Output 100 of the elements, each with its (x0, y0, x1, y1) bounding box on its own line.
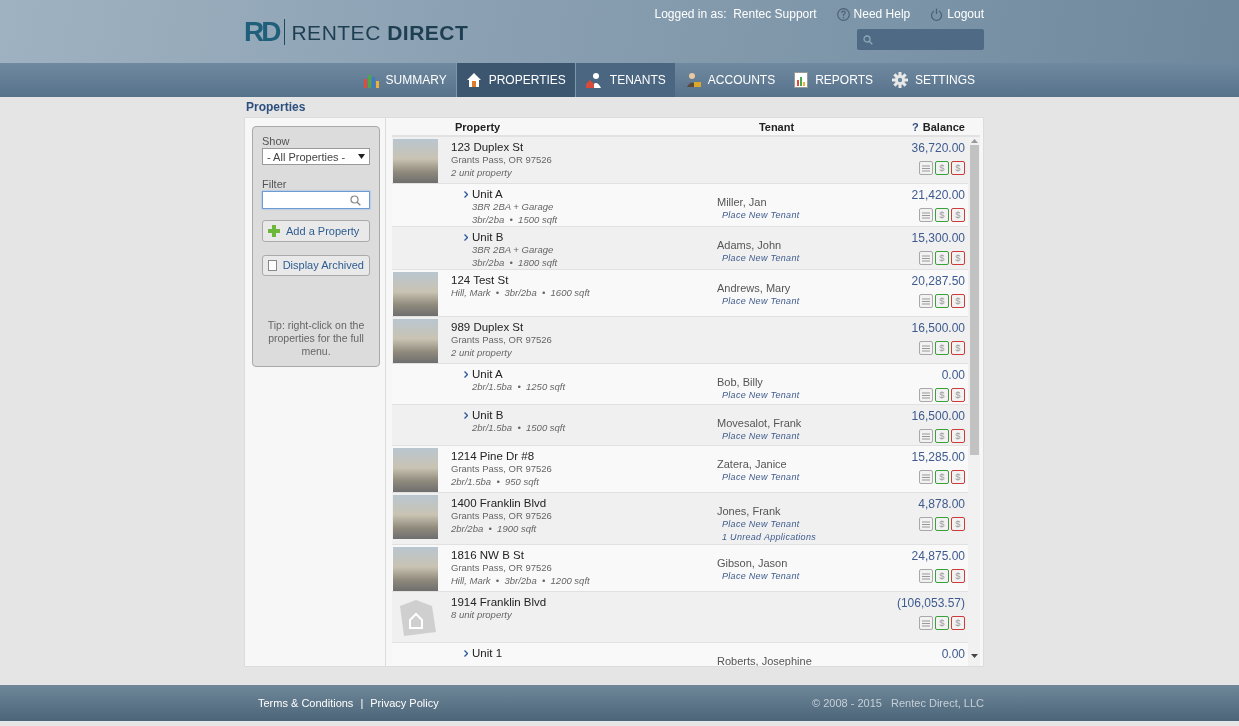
charge-button[interactable]: $ (935, 517, 949, 531)
payment-button[interactable]: $ (951, 294, 965, 308)
caret-icon[interactable] (464, 233, 468, 241)
checkbox[interactable] (268, 259, 277, 271)
tenant-name: Gibson, Jason (717, 557, 789, 570)
nav-tab[interactable]: PROPERTIES (455, 63, 575, 97)
property-detail: 3BR 2BA + Garage (472, 243, 555, 256)
tenant-link[interactable]: Place New Tenant (722, 570, 855, 583)
search-field[interactable] (857, 29, 984, 50)
tenant-name: Miller, Jan (717, 196, 768, 209)
payment-button[interactable]: $ (951, 569, 965, 583)
nav-tab[interactable]: TENANTS (574, 63, 675, 97)
property-detail: 2br/2ba • 1900 sqft (451, 522, 538, 535)
property-name: 989 Duplex St (451, 321, 524, 333)
tenant-name: Andrews, Mary (717, 282, 792, 295)
balance-amount: 16,500.00 (911, 321, 965, 335)
payment-button[interactable]: $ (951, 161, 965, 175)
lines-icon (922, 391, 930, 399)
help-link[interactable]: Need Help (836, 7, 911, 21)
tip-text: Tip: right-click on the properties for the full menu. (266, 318, 366, 358)
notes-button[interactable] (919, 161, 933, 175)
copyright: © 2008 - 2015 Rentec Direct, LLC (812, 697, 984, 709)
tenant-link[interactable]: 1 Unread Applications (722, 531, 855, 544)
lines-icon (922, 344, 930, 352)
notes-button[interactable] (919, 616, 933, 630)
tenant-link[interactable]: Place New Tenant (722, 295, 855, 308)
lines-icon (922, 164, 930, 172)
footer-link[interactable]: Terms & Conditions (258, 697, 354, 709)
notes-button[interactable] (919, 208, 933, 222)
balance-amount: 0.00 (941, 368, 965, 382)
balance-amount: (106,053.57) (896, 596, 965, 610)
caret-icon[interactable] (464, 411, 468, 419)
caret-icon[interactable] (464, 649, 468, 657)
caret-icon[interactable] (464, 190, 468, 198)
charge-button[interactable]: $ (935, 341, 949, 355)
tenant-link[interactable]: Place New Tenant (722, 518, 855, 531)
property-name: 123 Duplex St (451, 141, 524, 153)
scrollbar[interactable] (968, 137, 980, 666)
property-address: Grants Pass, OR 97526 (451, 561, 553, 574)
property-detail: 2br/1.5ba • 950 sqft (451, 475, 540, 488)
payment-button[interactable]: $ (951, 517, 965, 531)
lines-icon (922, 254, 930, 262)
charge-button[interactable]: $ (935, 429, 949, 443)
payment-button[interactable]: $ (951, 470, 965, 484)
notes-button[interactable] (919, 517, 933, 531)
caret-icon[interactable] (464, 370, 468, 378)
charge-button[interactable]: $ (935, 569, 949, 583)
logout-link[interactable]: Logout (930, 7, 984, 21)
help-icon (836, 7, 850, 21)
add-property-button[interactable]: Add a Property (262, 220, 370, 242)
nav-tab[interactable]: SETTINGS (882, 63, 984, 97)
show-dropdown[interactable]: - All Properties - (262, 148, 370, 166)
charge-button[interactable]: $ (935, 470, 949, 484)
nav-tab[interactable]: REPORTS (784, 63, 882, 97)
tenant-name: Movesalot, Frank (717, 417, 803, 430)
bar-chart-icon (362, 72, 379, 88)
filter-field[interactable] (262, 191, 370, 210)
page-title: Properties (246, 100, 307, 114)
payment-button[interactable]: $ (951, 616, 965, 630)
payment-button[interactable]: $ (951, 429, 965, 443)
nav-tab[interactable]: SUMMARY (352, 63, 456, 97)
property-address: Grants Pass, OR 97526 (451, 509, 553, 522)
scroll-down-icon[interactable] (970, 652, 978, 660)
notes-button[interactable] (919, 470, 933, 484)
footer-link[interactable]: Privacy Policy (370, 697, 439, 709)
tenant-link[interactable]: Place New Tenant (722, 389, 855, 402)
charge-button[interactable]: $ (935, 294, 949, 308)
dropdown-arrow-icon (358, 154, 365, 160)
display-archived-toggle[interactable]: Display Archived (262, 254, 370, 276)
property-detail: 2br/1.5ba • 1500 sqft (472, 421, 567, 434)
notes-button[interactable] (919, 251, 933, 265)
balance-amount: 36,720.00 (911, 141, 965, 155)
balance-amount: 16,500.00 (911, 409, 965, 423)
charge-button[interactable]: $ (935, 388, 949, 402)
balance-amount: 24,875.00 (911, 549, 965, 563)
payment-button[interactable]: $ (951, 341, 965, 355)
charge-button[interactable]: $ (935, 251, 949, 265)
charge-button[interactable]: $ (935, 161, 949, 175)
payment-button[interactable]: $ (951, 251, 965, 265)
balance-amount: 15,300.00 (911, 231, 965, 245)
column-header: Tenant (757, 120, 796, 133)
tenant-link[interactable]: Place New Tenant (722, 252, 855, 265)
balance-amount: 15,285.00 (911, 450, 965, 464)
notes-button[interactable] (919, 341, 933, 355)
nav-tab[interactable]: ACCOUNTS (674, 63, 785, 97)
property-detail: 8 unit property (451, 608, 513, 621)
notes-button[interactable] (919, 569, 933, 583)
property-name: 1400 Franklin Blvd (451, 497, 547, 509)
scrollbar-thumb[interactable] (969, 145, 979, 455)
charge-button[interactable]: $ (935, 616, 949, 630)
charge-button[interactable]: $ (935, 208, 949, 222)
tenant-link[interactable]: Place New Tenant (722, 471, 855, 484)
payment-button[interactable]: $ (951, 208, 965, 222)
notes-button[interactable] (919, 429, 933, 443)
payment-button[interactable]: $ (951, 388, 965, 402)
notes-button[interactable] (919, 388, 933, 402)
logo-mark: RD (244, 18, 279, 46)
tenant-link[interactable]: Place New Tenant (722, 209, 855, 222)
tenant-link[interactable]: Place New Tenant (722, 430, 855, 443)
notes-button[interactable] (919, 294, 933, 308)
